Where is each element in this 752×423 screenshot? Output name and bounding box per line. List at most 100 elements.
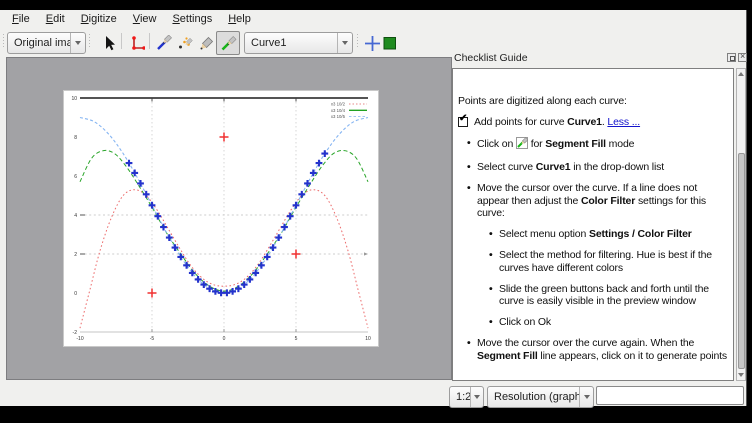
checklist-text: line appears, click on it to generate po… <box>538 350 727 362</box>
color-picker-tool-button[interactable] <box>195 32 217 54</box>
checklist-text: Select curve <box>477 161 536 173</box>
green-curve <box>80 150 368 291</box>
bullet-icon: • <box>467 182 471 195</box>
toolbar-handle[interactable] <box>88 33 91 49</box>
y-tick-label: 2 <box>74 252 77 258</box>
coordinates-mode-value: Resolution (graph): <box>488 391 579 403</box>
checklist-item: • Select the method for filtering. Hue is… <box>458 249 727 274</box>
zoom-selector[interactable]: 1:2 <box>449 386 484 408</box>
axis-point-marker <box>220 133 229 142</box>
checklist-item: •Move the cursor over the curve. If a li… <box>458 182 727 220</box>
y-tick-label: 6 <box>74 174 77 180</box>
menu-item-view[interactable]: View <box>125 11 165 27</box>
digitized-point-marker <box>298 191 305 198</box>
chevron-down-icon <box>470 387 483 407</box>
green-swatch-icon <box>382 35 398 51</box>
status-value-field[interactable] <box>596 386 744 405</box>
y-tick-label: 8 <box>74 135 77 141</box>
menu-item-digitize[interactable]: Digitize <box>73 11 125 27</box>
digitized-point-marker <box>316 160 323 167</box>
emphasis-text: Settings / Color Filter <box>589 228 692 240</box>
chevron-down-icon <box>337 33 352 53</box>
checklist-text: Points are digitized along each curve: <box>458 95 627 107</box>
curve-selector[interactable]: Curve1 <box>244 32 353 54</box>
curve-point-tool-button[interactable] <box>153 32 175 54</box>
digitized-point-marker <box>166 234 173 241</box>
digitized-point-marker <box>143 191 150 198</box>
y-tick-label: 4 <box>74 213 77 219</box>
checklist-item: •Click on for Segment Fill mode <box>458 137 727 153</box>
bullet-icon: • <box>467 337 471 350</box>
add-points-checkbox[interactable]: ✔ <box>458 117 468 127</box>
checklist-item: • Select menu option Settings / Color Fil… <box>458 228 727 241</box>
curve-point-icon <box>156 35 172 51</box>
axis-points-tool-button[interactable] <box>126 32 148 54</box>
check-icon: ✔ <box>459 113 467 126</box>
panel-scrollbar[interactable] <box>736 68 746 381</box>
checklist-item: ✔Add points for curve Curve1. Less ... <box>458 116 727 129</box>
menu-item-settings[interactable]: Settings <box>164 11 220 27</box>
checklist-text: Select menu option <box>499 228 589 240</box>
menu-item-edit[interactable]: Edit <box>38 11 73 27</box>
checklist-text: Move the cursor over the curve again. Wh… <box>477 337 694 349</box>
y-tick-label: 10 <box>71 96 77 102</box>
bullet-icon: • <box>467 161 471 174</box>
panel-title: Checklist Guide <box>454 52 528 64</box>
checklist-text: Add points for curve <box>474 116 567 128</box>
crosshair-icon <box>364 35 381 52</box>
chevron-down-icon <box>70 33 85 53</box>
scroll-up-button[interactable] <box>737 69 745 79</box>
digitized-point-marker <box>235 285 242 292</box>
menu-item-file[interactable]: File <box>4 11 38 27</box>
close-icon: × <box>740 52 745 61</box>
scrollbar-thumb[interactable] <box>738 153 745 369</box>
toolbar-separator <box>121 33 122 49</box>
float-panel-button[interactable] <box>727 53 736 62</box>
point-match-tool-button[interactable] <box>174 32 196 54</box>
menu-item-help[interactable]: Help <box>220 11 259 27</box>
graph-canvas[interactable]: 1086420-2-10-50510x3 10/2x3 10/4x3 10/5 <box>6 57 452 380</box>
bullet-icon: • <box>489 316 493 329</box>
bullet-icon: • <box>489 249 493 262</box>
toolbar-handle[interactable] <box>356 33 359 49</box>
select-tool-button[interactable] <box>98 32 120 54</box>
legend-label: x3 10/5 <box>331 114 346 119</box>
toolbar-handle[interactable] <box>2 33 5 49</box>
digitized-point-marker <box>126 160 133 167</box>
app-window: FileEditDigitizeViewSettingsHelp Origina… <box>0 10 747 406</box>
coordinates-mode-selector[interactable]: Resolution (graph): <box>487 386 594 408</box>
y-tick-label: -2 <box>73 330 78 336</box>
original-image[interactable]: 1086420-2-10-50510x3 10/2x3 10/4x3 10/5 <box>63 90 379 347</box>
curve-color-swatch[interactable] <box>379 32 401 54</box>
y-tick-label: 0 <box>74 291 77 297</box>
checklist-item: • Move the cursor over the curve again. W… <box>458 337 727 362</box>
x-tick-label: 0 <box>223 336 226 342</box>
less-link[interactable]: Less ... <box>607 116 640 128</box>
emphasis-text: Curve1 <box>536 161 571 173</box>
segment-fill-tool-button[interactable] <box>216 31 240 55</box>
close-panel-button[interactable]: × <box>738 53 747 62</box>
checklist-item: Points are digitized along each curve: <box>458 95 727 108</box>
checklist-item: •Click on Ok <box>458 316 727 329</box>
color-picker-icon <box>198 35 214 51</box>
bullet-icon: • <box>489 228 493 241</box>
x-tick-label: 5 <box>295 336 298 342</box>
segment-fill-icon <box>220 35 237 52</box>
chevron-down-icon <box>579 387 593 407</box>
plot: 1086420-2-10-50510x3 10/2x3 10/4x3 10/5 <box>64 91 378 346</box>
checklist-guide-panel: Checklist Guide × Points are digitized a… <box>452 52 746 381</box>
background-selector-value: Original image <box>8 37 70 49</box>
point-match-icon <box>177 35 193 51</box>
emphasis-text: Segment Fill <box>477 350 538 362</box>
checklist-text: Click on <box>477 138 516 150</box>
background-selector[interactable]: Original image <box>7 32 86 54</box>
checklist-text: Select the method for filtering. Hue is … <box>499 249 712 274</box>
axis-points-icon <box>129 35 145 51</box>
bullet-icon: • <box>467 137 471 150</box>
zoom-value: 1:2 <box>450 391 470 403</box>
x-tick-label: 10 <box>365 336 371 342</box>
checklist-item: •Slide the green buttons back and forth … <box>458 283 727 308</box>
scroll-down-button[interactable] <box>737 370 745 380</box>
checklist-text: mode <box>606 138 634 150</box>
screenshot: FileEditDigitizeViewSettingsHelp Origina… <box>0 0 752 423</box>
